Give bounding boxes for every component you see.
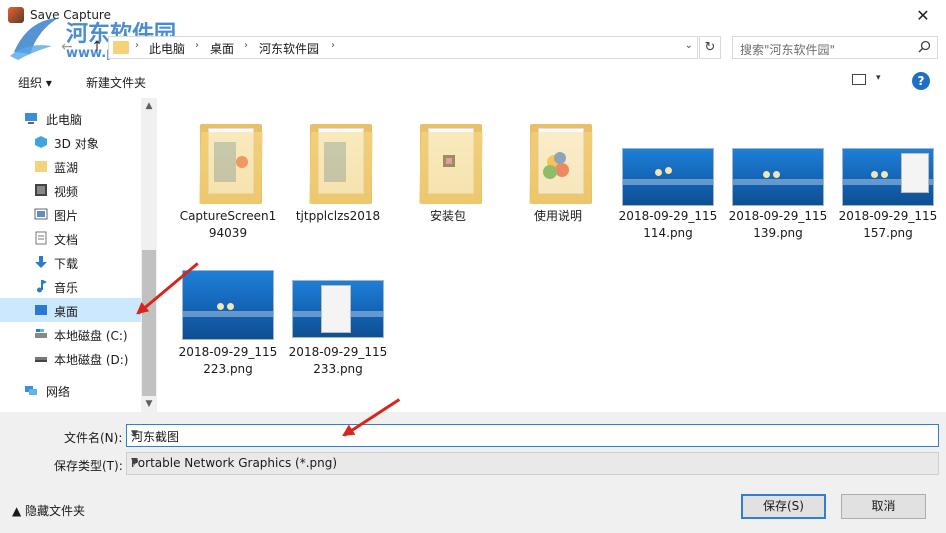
sidebar-item-label: 图片 bbox=[54, 209, 79, 223]
sidebar-item-label: 桌面 bbox=[54, 305, 79, 319]
sidebar-item-music[interactable]: 音乐 bbox=[0, 275, 141, 297]
file-name: 安装包 bbox=[429, 209, 466, 223]
folder-icon bbox=[400, 110, 496, 206]
sidebar-item-videos[interactable]: 视频 bbox=[0, 179, 141, 201]
sidebar-item-3d-objects[interactable]: 3D 对象 bbox=[0, 131, 141, 153]
image-thumbnail bbox=[290, 246, 386, 342]
sidebar-item-label: 网络 bbox=[46, 385, 71, 399]
close-button[interactable]: ✕ bbox=[900, 0, 946, 31]
image-thumbnail bbox=[730, 110, 826, 206]
document-icon bbox=[35, 231, 47, 245]
sidebar-item-label: 3D 对象 bbox=[54, 137, 99, 151]
sidebar-item-label: 文档 bbox=[54, 233, 79, 247]
video-icon bbox=[35, 184, 47, 196]
sidebar-item-pictures[interactable]: 图片 bbox=[0, 203, 141, 225]
sidebar-item-label: 视频 bbox=[54, 185, 79, 199]
file-name: 2018-09-29_115 223.png bbox=[178, 345, 278, 376]
cube-icon bbox=[35, 136, 47, 148]
file-name: tjtpplclzs2018 bbox=[295, 209, 381, 223]
file-item-png[interactable]: 2018-09-29_115 139.png bbox=[726, 110, 830, 242]
drive-icon bbox=[35, 329, 47, 338]
file-item-folder[interactable]: 安装包 bbox=[396, 110, 500, 225]
search-placeholder: 搜索"河东软件园" bbox=[740, 43, 836, 57]
sidebar-item-this-pc[interactable]: 此电脑 bbox=[0, 107, 141, 129]
view-dropdown-icon[interactable]: ▾ bbox=[876, 73, 881, 83]
sidebar-item-label: 本地磁盘 (D:) bbox=[54, 353, 129, 367]
computer-icon bbox=[25, 113, 37, 124]
sidebar-item-downloads[interactable]: 下载 bbox=[0, 251, 141, 273]
drive-icon bbox=[35, 357, 47, 362]
filename-input[interactable]: 河东截图 ▼ bbox=[126, 424, 939, 447]
sidebar-item-drive-c[interactable]: 本地磁盘 (C:) bbox=[0, 323, 141, 345]
save-button[interactable]: 保存(S) bbox=[741, 494, 826, 519]
file-item-folder[interactable]: CaptureScreen1 94039 bbox=[176, 110, 280, 242]
folder-icon bbox=[35, 161, 47, 172]
file-name: 2018-09-29_115 157.png bbox=[838, 209, 938, 240]
file-item-png[interactable]: 2018-09-29_115 114.png bbox=[616, 110, 720, 242]
music-icon bbox=[37, 280, 47, 293]
back-button[interactable]: ← bbox=[56, 36, 78, 58]
sidebar-item-label: 蓝湖 bbox=[54, 161, 79, 175]
sidebar-item-documents[interactable]: 文档 bbox=[0, 227, 141, 249]
crumb-separator: › bbox=[135, 40, 139, 51]
sidebar-item-label: 本地磁盘 (C:) bbox=[54, 329, 128, 343]
chevron-down-icon[interactable]: ▼ bbox=[131, 457, 932, 467]
image-thumbnail bbox=[840, 110, 936, 206]
file-name: 使用说明 bbox=[533, 209, 582, 223]
folder-icon bbox=[113, 41, 129, 54]
crumb-separator: › bbox=[195, 40, 199, 51]
scroll-up-icon[interactable]: ▲ bbox=[141, 98, 157, 114]
pictures-icon bbox=[34, 208, 48, 220]
download-icon bbox=[35, 256, 47, 268]
view-mode-icon[interactable] bbox=[852, 74, 866, 85]
file-item-png[interactable]: 2018-09-29_115 233.png bbox=[286, 246, 390, 378]
folder-icon bbox=[180, 110, 276, 206]
scroll-down-icon[interactable]: ▼ bbox=[141, 396, 157, 412]
filetype-select[interactable]: Portable Network Graphics (*.png) ▼ bbox=[126, 452, 939, 475]
address-bar[interactable]: › 此电脑 › 桌面 › 河东软件园 › ⌄ bbox=[108, 36, 698, 59]
network-icon bbox=[25, 386, 37, 395]
crumb-desktop[interactable]: 桌面 bbox=[210, 40, 234, 57]
folder-icon bbox=[290, 110, 386, 206]
image-thumbnail bbox=[620, 110, 716, 206]
file-item-png[interactable]: 2018-09-29_115 157.png bbox=[836, 110, 940, 242]
crumb-separator: › bbox=[244, 40, 248, 51]
file-item-folder[interactable]: tjtpplclzs2018 bbox=[286, 110, 390, 225]
filetype-label: 保存类型(T): bbox=[54, 459, 123, 473]
sidebar-item-desktop[interactable]: 桌面 bbox=[0, 298, 141, 322]
filename-label: 文件名(N): bbox=[64, 431, 123, 445]
sidebar-item-label: 音乐 bbox=[54, 281, 79, 295]
crumb-this-pc[interactable]: 此电脑 bbox=[149, 40, 185, 57]
search-icon bbox=[918, 40, 931, 53]
navigation-pane: 此电脑 3D 对象 蓝湖 视频 图片 文档 下载 音乐 桌面 本地磁盘 (C:)… bbox=[0, 98, 157, 412]
organize-menu[interactable]: 组织 ▾ bbox=[18, 74, 52, 91]
new-folder-button[interactable]: 新建文件夹 bbox=[86, 74, 146, 91]
folder-icon bbox=[510, 110, 606, 206]
file-name: 2018-09-29_115 233.png bbox=[288, 345, 388, 376]
file-name: CaptureScreen1 94039 bbox=[179, 209, 277, 240]
sidebar-scrollbar-thumb[interactable] bbox=[142, 250, 156, 396]
image-thumbnail bbox=[180, 246, 276, 342]
command-bar: 组织 ▾ 新建文件夹 ▾ bbox=[0, 66, 946, 96]
file-name: 2018-09-29_115 139.png bbox=[728, 209, 828, 240]
crumb-current-folder[interactable]: 河东软件园 bbox=[259, 40, 319, 57]
help-button[interactable]: ? bbox=[912, 72, 930, 90]
sidebar-item-label: 此电脑 bbox=[46, 113, 83, 127]
hide-folders-toggle[interactable]: ▲ 隐藏文件夹 bbox=[12, 502, 85, 519]
refresh-button[interactable]: ↻ bbox=[699, 36, 721, 59]
crumb-separator: › bbox=[331, 40, 335, 51]
file-item-folder[interactable]: 使用说明 bbox=[506, 110, 610, 225]
file-list: CaptureScreen1 94039 tjtpplclzs2018 安装包 使… bbox=[162, 98, 946, 412]
desktop-icon bbox=[35, 305, 47, 315]
up-button[interactable]: ↑ bbox=[86, 36, 108, 58]
file-name: 2018-09-29_115 114.png bbox=[618, 209, 718, 240]
chevron-down-icon[interactable]: ▼ bbox=[131, 429, 932, 439]
sidebar-item-network[interactable]: 网络 bbox=[0, 379, 141, 401]
cancel-button[interactable]: 取消 bbox=[841, 494, 926, 519]
sidebar-item-lanhu[interactable]: 蓝湖 bbox=[0, 155, 141, 177]
chevron-down-icon[interactable]: ⌄ bbox=[685, 40, 693, 51]
sidebar-item-drive-d[interactable]: 本地磁盘 (D:) bbox=[0, 347, 141, 369]
search-input[interactable]: 搜索"河东软件园" bbox=[732, 36, 938, 59]
sidebar-item-label: 下载 bbox=[54, 257, 79, 271]
